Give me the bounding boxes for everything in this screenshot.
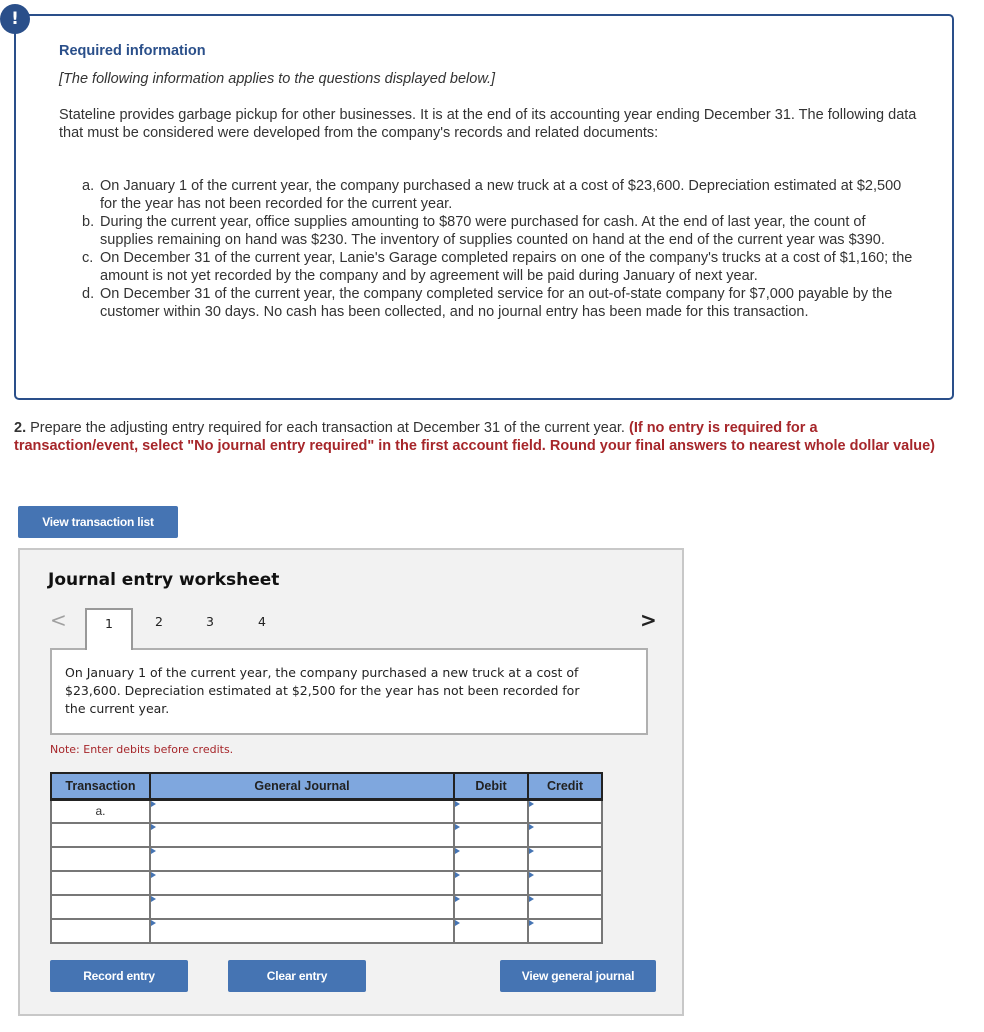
journal-entry-worksheet: Journal entry worksheet < 1 2 3 4 > On J… bbox=[18, 548, 684, 1016]
chevron-right-icon[interactable]: > bbox=[640, 608, 657, 632]
credit-input[interactable] bbox=[527, 894, 603, 920]
debit-input[interactable] bbox=[453, 894, 529, 920]
credit-input[interactable] bbox=[527, 918, 603, 944]
account-select[interactable] bbox=[149, 846, 455, 872]
credit-input[interactable] bbox=[527, 870, 603, 896]
debit-input[interactable] bbox=[453, 798, 529, 824]
chevron-left-icon[interactable]: < bbox=[50, 608, 67, 632]
header-general-journal: General Journal bbox=[149, 772, 455, 801]
journal-row bbox=[50, 822, 603, 848]
debit-input[interactable] bbox=[453, 822, 529, 848]
required-information-panel: Required information [The following info… bbox=[14, 14, 954, 400]
view-transaction-list-button[interactable]: View transaction list bbox=[18, 506, 178, 538]
item-text: During the current year, office supplies… bbox=[100, 214, 885, 248]
transaction-cell: a. bbox=[50, 798, 151, 824]
tab-2[interactable]: 2 bbox=[135, 608, 183, 648]
transaction-cell bbox=[50, 822, 151, 848]
question-text: Prepare the adjusting entry required for… bbox=[26, 420, 629, 436]
transaction-cell bbox=[50, 894, 151, 920]
worksheet-title: Journal entry worksheet bbox=[48, 570, 280, 590]
clear-entry-button[interactable]: Clear entry bbox=[228, 960, 366, 992]
item-text: On December 31 of the current year, Lani… bbox=[100, 250, 913, 284]
item-label: c. bbox=[82, 250, 94, 266]
account-select[interactable] bbox=[149, 798, 455, 824]
question-number: 2. bbox=[14, 420, 27, 436]
header-credit: Credit bbox=[527, 772, 603, 801]
credit-input[interactable] bbox=[527, 798, 603, 824]
journal-row bbox=[50, 846, 603, 872]
credit-input[interactable] bbox=[527, 846, 603, 872]
debit-input[interactable] bbox=[453, 918, 529, 944]
account-select[interactable] bbox=[149, 870, 455, 896]
transaction-description-box: On January 1 of the current year, the co… bbox=[50, 648, 648, 735]
transaction-list: a. On January 1 of the current year, the … bbox=[82, 177, 922, 321]
credit-input[interactable] bbox=[527, 822, 603, 848]
transaction-cell bbox=[50, 846, 151, 872]
journal-row bbox=[50, 870, 603, 896]
required-info-title: Required information bbox=[59, 43, 206, 59]
debit-input[interactable] bbox=[453, 870, 529, 896]
transaction-item: d. On December 31 of the current year, th… bbox=[82, 285, 922, 321]
tab-4[interactable]: 4 bbox=[238, 608, 286, 648]
transaction-cell bbox=[50, 918, 151, 944]
item-text: On December 31 of the current year, the … bbox=[100, 286, 893, 320]
item-text: On January 1 of the current year, the co… bbox=[100, 178, 902, 212]
journal-table: Transaction General Journal Debit Credit… bbox=[50, 772, 603, 944]
transaction-item: a. On January 1 of the current year, the … bbox=[82, 177, 922, 213]
debit-input[interactable] bbox=[453, 846, 529, 872]
required-info-subtitle: [The following information applies to th… bbox=[59, 71, 496, 87]
header-debit: Debit bbox=[453, 772, 529, 801]
journal-row bbox=[50, 918, 603, 944]
tab-1[interactable]: 1 bbox=[85, 608, 133, 650]
journal-row bbox=[50, 894, 603, 920]
record-entry-button[interactable]: Record entry bbox=[50, 960, 188, 992]
item-label: d. bbox=[82, 286, 95, 302]
question-prompt: 2. Prepare the adjusting entry required … bbox=[14, 419, 944, 455]
required-info-intro: Stateline provides garbage pickup for ot… bbox=[59, 107, 917, 141]
view-general-journal-button[interactable]: View general journal bbox=[500, 960, 656, 992]
account-select[interactable] bbox=[149, 822, 455, 848]
tab-3[interactable]: 3 bbox=[186, 608, 234, 648]
debit-credit-note: Note: Enter debits before credits. bbox=[50, 743, 234, 756]
transaction-item: c. On December 31 of the current year, La… bbox=[82, 249, 922, 285]
alert-icon: ! bbox=[0, 4, 30, 34]
transaction-cell bbox=[50, 870, 151, 896]
item-label: a. bbox=[82, 178, 95, 194]
journal-row: a. bbox=[50, 798, 603, 824]
journal-header-row: Transaction General Journal Debit Credit bbox=[50, 772, 603, 801]
account-select[interactable] bbox=[149, 918, 455, 944]
header-transaction: Transaction bbox=[50, 772, 151, 801]
transaction-item: b. During the current year, office suppli… bbox=[82, 213, 922, 249]
item-label: b. bbox=[82, 214, 95, 230]
transaction-description: On January 1 of the current year, the co… bbox=[65, 665, 580, 716]
account-select[interactable] bbox=[149, 894, 455, 920]
